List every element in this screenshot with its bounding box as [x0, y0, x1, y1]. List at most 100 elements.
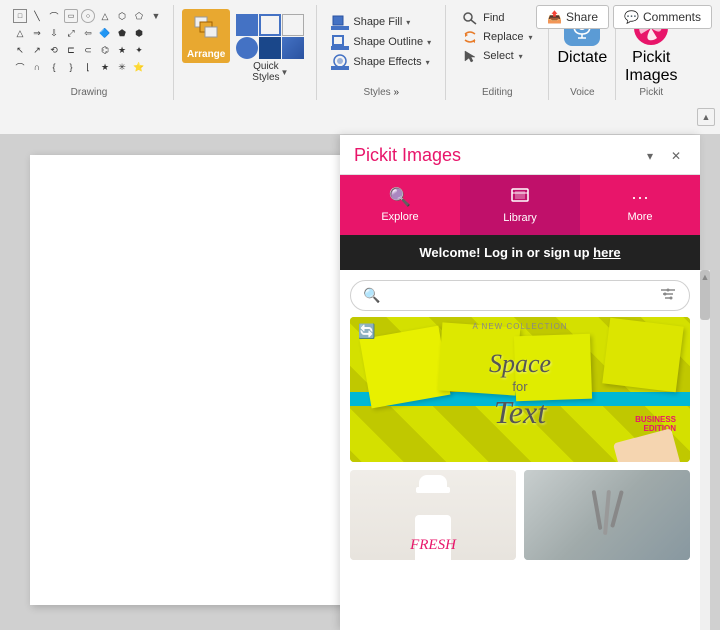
draw-icon-26[interactable] — [149, 43, 163, 57]
find-button[interactable]: Find — [460, 10, 534, 26]
draw-icon-20[interactable]: ⟲ — [47, 43, 61, 57]
select-arrow: ▾ — [519, 52, 523, 61]
tab-explore[interactable]: 🔍 Explore — [340, 175, 460, 235]
draw-icon-16[interactable]: ⬢ — [132, 26, 146, 40]
draw-icon-18[interactable]: ↖ — [13, 43, 27, 57]
draw-icon-35[interactable] — [149, 60, 163, 74]
quick-styles-dropdown-arrow: ▼ — [281, 68, 289, 77]
search-icon: 🔍 — [363, 287, 380, 304]
draw-icon-29[interactable]: { — [47, 60, 61, 74]
draw-icon-34[interactable]: ⭐ — [132, 60, 146, 74]
ribbon-group-shape: Shape Fill ▾ Shape Outline ▾ — [317, 5, 446, 100]
draw-icon-25[interactable]: ✦ — [132, 43, 146, 57]
draw-icon-23[interactable]: ⌬ — [98, 43, 112, 57]
shape-outline-button[interactable]: Shape Outline ▾ — [329, 33, 433, 51]
draw-icon-27[interactable]: ⌒ — [13, 60, 27, 74]
comments-label: Comments — [643, 10, 701, 24]
styles-breadcrumb: Styles » — [363, 87, 399, 98]
draw-icon-24[interactable]: ★ — [115, 43, 129, 57]
shape-outline-label: Shape Outline — [353, 36, 423, 48]
ribbon-expand-button[interactable]: ▲ — [697, 108, 715, 126]
draw-icon-12[interactable]: ⤢ — [64, 26, 78, 40]
welcome-bar: Welcome! Log in or sign up here — [340, 235, 700, 270]
thumb-chef[interactable]: ● FRESH — [350, 470, 516, 560]
dictate-label: Dictate — [557, 49, 607, 67]
pickit-panel-controls: ▾ ✕ — [640, 146, 686, 166]
ribbon: 📤 Share 💬 Comments □ ╲ ⌒ ▭ ○ △ ⬡ ⬠ ▼ △ — [0, 0, 720, 135]
draw-icon-19[interactable]: ↗ — [30, 43, 44, 57]
shape-outline-arrow: ▾ — [427, 38, 431, 47]
quick-styles-label: Quick Styles — [252, 61, 279, 83]
shape-effects-button[interactable]: Shape Effects ▾ — [329, 53, 433, 71]
share-button[interactable]: 📤 Share — [536, 5, 609, 29]
draw-icon-32[interactable]: ★ — [98, 60, 112, 74]
draw-icon-10[interactable]: ⇒ — [30, 26, 44, 40]
tab-library[interactable]: Library — [460, 175, 580, 235]
draw-icon-33[interactable]: ✳ — [115, 60, 129, 74]
draw-icon-13[interactable]: ⇦ — [81, 26, 95, 40]
draw-icon-22[interactable]: ⊂ — [81, 43, 95, 57]
search-input[interactable] — [386, 288, 653, 303]
featured-image[interactable]: Space for Text 🔄 A NEW COLLECTION BUSINE… — [350, 317, 690, 462]
tab-more[interactable]: ··· More — [580, 175, 700, 235]
panel-close-button[interactable]: ✕ — [666, 146, 686, 166]
replace-button[interactable]: Replace ▾ — [460, 29, 534, 45]
draw-icon-2[interactable]: ╲ — [30, 9, 44, 23]
draw-icon-6[interactable]: △ — [98, 9, 112, 23]
draw-icon-5[interactable]: ○ — [81, 9, 95, 23]
collection-label: A NEW COLLECTION — [472, 322, 567, 331]
find-icon — [462, 11, 478, 25]
draw-icon-4[interactable]: ▭ — [64, 9, 78, 23]
welcome-link[interactable]: here — [593, 245, 620, 260]
comments-button[interactable]: 💬 Comments — [613, 5, 712, 29]
pickit-scrollbar[interactable]: ▲ — [700, 270, 710, 630]
draw-icon-expand[interactable]: ▼ — [149, 9, 163, 23]
draw-icon-17[interactable] — [149, 26, 163, 40]
scroll-up-arrow[interactable]: ▲ — [700, 270, 710, 282]
arrange-label: Arrange — [187, 49, 225, 60]
filter-icon[interactable] — [659, 286, 677, 305]
pickit-images-label: Pickit Images — [625, 49, 677, 85]
quick-styles-button[interactable]: Quick Styles ▼ — [232, 9, 308, 86]
replace-icon — [462, 30, 478, 44]
ribbon-group-arrange: Arrange Quick Styles — [174, 5, 317, 100]
draw-icon-31[interactable]: ⌊ — [81, 60, 95, 74]
share-icon: 📤 — [547, 10, 562, 24]
draw-icon-15[interactable]: ⬟ — [115, 26, 129, 40]
pickit-panel-title: Pickit Images — [354, 145, 461, 166]
find-label: Find — [483, 12, 504, 24]
draw-icon-7[interactable]: ⬡ — [115, 9, 129, 23]
shape-fill-button[interactable]: Shape Fill ▾ — [329, 13, 433, 31]
title-bar: 📤 Share 💬 Comments — [536, 0, 720, 30]
featured-refresh-icon: 🔄 — [358, 323, 375, 340]
comment-icon: 💬 — [624, 10, 639, 24]
pickit-panel-header: Pickit Images ▾ ✕ — [340, 135, 700, 175]
scrollbar-thumb[interactable]: ▲ — [700, 270, 710, 320]
draw-icon-9[interactable]: △ — [13, 26, 27, 40]
image-row: ● FRESH ● — [350, 470, 690, 560]
draw-icon-3[interactable]: ⌒ — [47, 9, 61, 23]
draw-icon-28[interactable]: ∩ — [30, 60, 44, 74]
arrange-button[interactable]: Arrange — [182, 9, 230, 63]
editing-group-label: Editing — [482, 87, 513, 100]
replace-arrow: ▾ — [528, 33, 532, 42]
thumb-tools[interactable]: ● — [524, 470, 690, 560]
select-button[interactable]: Select ▾ — [460, 48, 534, 64]
shape-fill-label: Shape Fill — [353, 16, 402, 28]
shape-fill-arrow: ▾ — [406, 18, 410, 27]
draw-icon-8[interactable]: ⬠ — [132, 9, 146, 23]
draw-icon-11[interactable]: ⇩ — [47, 26, 61, 40]
draw-icon-14[interactable]: 🔷 — [98, 26, 112, 40]
voice-group-label: Voice — [570, 87, 594, 100]
shape-outline-icon — [331, 34, 349, 50]
canvas-area: Pickit Images ▾ ✕ 🔍 Explore L — [0, 135, 720, 630]
panel-dropdown-button[interactable]: ▾ — [640, 146, 660, 166]
replace-label: Replace — [483, 31, 523, 43]
drawing-group-label: Drawing — [71, 87, 108, 100]
select-icon — [462, 49, 478, 63]
draw-icon-21[interactable]: ⊏ — [64, 43, 78, 57]
draw-icon-30[interactable]: } — [64, 60, 78, 74]
editing-controls: Find Replace ▾ Select — [454, 5, 540, 69]
draw-icon-1[interactable]: □ — [13, 9, 27, 23]
select-label: Select — [483, 50, 514, 62]
